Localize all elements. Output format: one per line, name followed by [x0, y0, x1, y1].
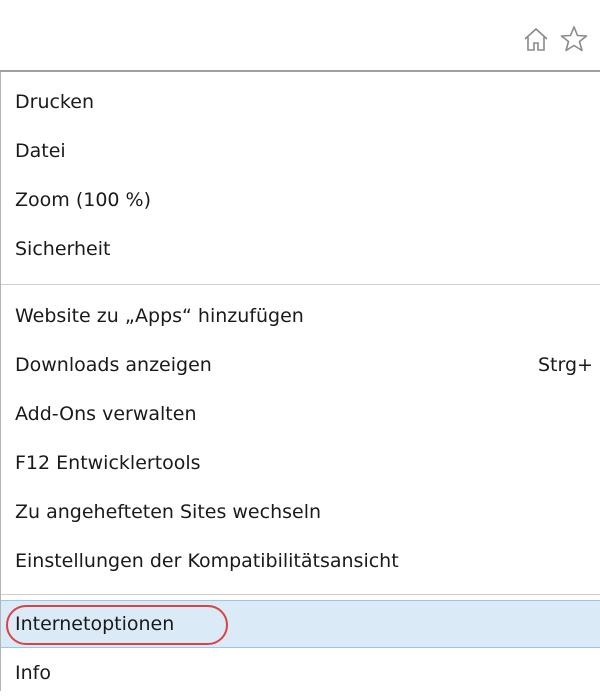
- tools-menu: Drucken Datei Zoom (100 %) Sicherheit We…: [0, 72, 600, 691]
- menu-item-security[interactable]: Sicherheit: [1, 225, 600, 273]
- menu-item-view-downloads[interactable]: Downloads anzeigen Strg+: [1, 341, 600, 389]
- menu-item-label: Drucken: [15, 91, 94, 113]
- menu-item-internet-options[interactable]: Internetoptionen: [1, 600, 600, 648]
- menu-item-about[interactable]: Info: [1, 649, 600, 697]
- menu-item-label: Internetoptionen: [15, 613, 175, 635]
- menu-item-label: Add-Ons verwalten: [15, 403, 197, 425]
- menu-item-label: Website zu „Apps“ hinzufügen: [15, 305, 304, 327]
- menu-item-print[interactable]: Drucken: [1, 78, 600, 126]
- home-icon[interactable]: [521, 24, 551, 54]
- menu-item-file[interactable]: Datei: [1, 127, 600, 175]
- menu-item-zoom[interactable]: Zoom (100 %): [1, 176, 600, 224]
- menu-item-pinned-sites[interactable]: Zu angehefteten Sites wechseln: [1, 488, 600, 536]
- menu-item-label: Einstellungen der Kompatibilitätsansicht: [15, 550, 399, 572]
- menu-item-label: Downloads anzeigen: [15, 354, 212, 376]
- star-icon[interactable]: [559, 24, 589, 54]
- menu-item-label: F12 Entwicklertools: [15, 452, 201, 474]
- menu-item-f12-devtools[interactable]: F12 Entwicklertools: [1, 439, 600, 487]
- menu-separator: [1, 284, 600, 285]
- browser-toolbar: [0, 0, 600, 72]
- menu-item-shortcut: Strg+: [538, 354, 593, 376]
- menu-item-manage-addons[interactable]: Add-Ons verwalten: [1, 390, 600, 438]
- menu-item-compatibility-view-settings[interactable]: Einstellungen der Kompatibilitätsansicht: [1, 537, 600, 585]
- menu-item-add-site-to-apps[interactable]: Website zu „Apps“ hinzufügen: [1, 292, 600, 340]
- menu-item-label: Zu angehefteten Sites wechseln: [15, 501, 322, 523]
- menu-item-label: Zoom (100 %): [15, 189, 151, 211]
- menu-item-label: Info: [15, 662, 51, 684]
- menu-item-label: Sicherheit: [15, 238, 111, 260]
- menu-separator: [1, 594, 600, 595]
- menu-item-label: Datei: [15, 140, 66, 162]
